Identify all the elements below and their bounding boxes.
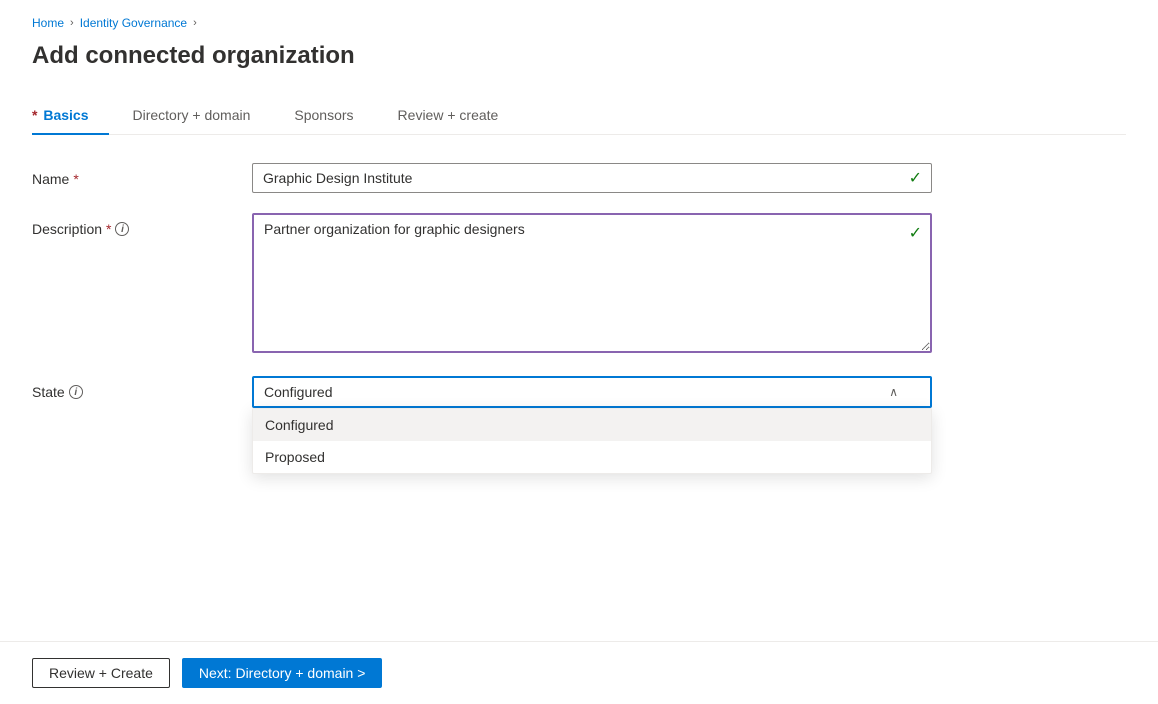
description-label: Description * i xyxy=(32,213,252,237)
state-label: State i xyxy=(32,376,252,400)
tab-basics[interactable]: * Basics xyxy=(32,99,109,135)
state-dropdown-wrapper: Configured ∧ Configured Proposed xyxy=(252,376,932,408)
description-textarea[interactable]: Partner organization for graphic designe… xyxy=(252,213,932,353)
breadcrumb-chevron-2: › xyxy=(193,17,197,29)
description-info-icon[interactable]: i xyxy=(115,222,129,236)
state-selected-value: Configured xyxy=(264,384,333,400)
tab-sponsors-label: Sponsors xyxy=(294,107,353,123)
review-create-button[interactable]: Review + Create xyxy=(32,658,170,688)
state-info-icon[interactable]: i xyxy=(69,385,83,399)
breadcrumb-home[interactable]: Home xyxy=(32,16,64,30)
tab-basics-label: Basics xyxy=(43,107,88,123)
name-label: Name * xyxy=(32,163,252,187)
state-option-proposed[interactable]: Proposed xyxy=(253,441,931,473)
state-dropdown-menu: Configured Proposed xyxy=(252,408,932,474)
tab-review-create-label: Review + create xyxy=(398,107,499,123)
state-option-configured[interactable]: Configured xyxy=(253,409,931,441)
tab-sponsors[interactable]: Sponsors xyxy=(294,99,373,135)
name-check-icon: ✓ xyxy=(909,168,922,188)
name-input-wrapper: ✓ xyxy=(252,163,932,193)
description-label-text: Description xyxy=(32,221,102,237)
name-field-row: Name * ✓ xyxy=(32,163,932,193)
tab-review-create[interactable]: Review + create xyxy=(398,99,519,135)
breadcrumb: Home › Identity Governance › xyxy=(32,16,1126,30)
state-label-text: State xyxy=(32,384,65,400)
state-dropdown-trigger[interactable]: Configured ∧ xyxy=(252,376,932,408)
name-required-star: * xyxy=(73,171,78,187)
tab-directory-domain-label: Directory + domain xyxy=(133,107,251,123)
tabs-nav: * Basics Directory + domain Sponsors Rev… xyxy=(32,98,1126,135)
name-input[interactable] xyxy=(252,163,932,193)
breadcrumb-identity-governance[interactable]: Identity Governance xyxy=(80,16,187,30)
footer: Review + Create Next: Directory + domain… xyxy=(0,641,1158,704)
state-chevron-icon: ∧ xyxy=(889,385,898,399)
page-title: Add connected organization xyxy=(32,42,1126,70)
basics-required-star: * xyxy=(32,107,37,123)
form-section: Name * ✓ Description * i Partner organiz… xyxy=(32,163,932,408)
state-field-row: State i Configured ∧ Configured Proposed xyxy=(32,376,932,408)
description-required-star: * xyxy=(106,221,111,237)
tab-directory-domain[interactable]: Directory + domain xyxy=(133,99,271,135)
breadcrumb-chevron-1: › xyxy=(70,17,74,29)
name-label-text: Name xyxy=(32,171,69,187)
description-input-wrapper: Partner organization for graphic designe… xyxy=(252,213,932,356)
description-check-icon: ✓ xyxy=(909,223,922,243)
description-field-row: Description * i Partner organization for… xyxy=(32,213,932,356)
next-button[interactable]: Next: Directory + domain > xyxy=(182,658,383,688)
